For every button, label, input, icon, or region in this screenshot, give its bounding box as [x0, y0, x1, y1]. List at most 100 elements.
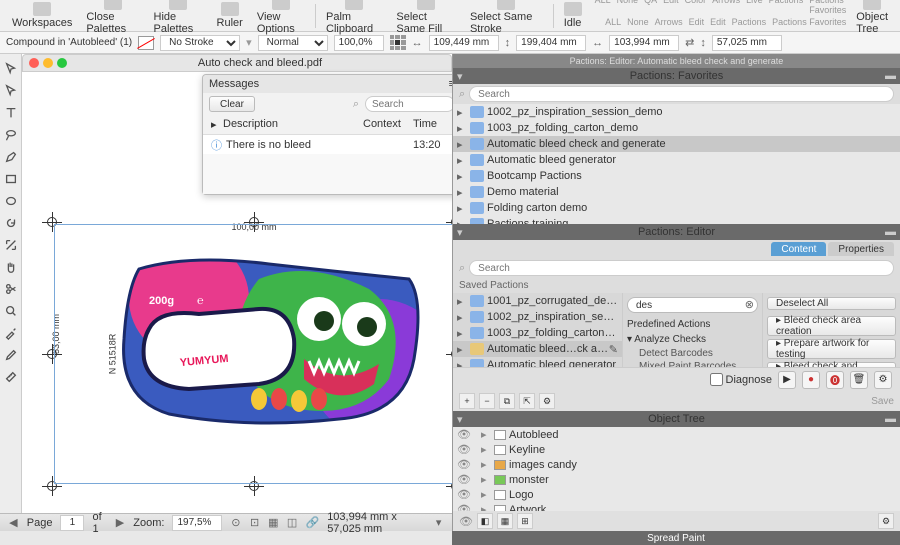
blend-select[interactable]: Normal [258, 35, 328, 51]
favorite-item[interactable]: ▸Folding carton demo [453, 200, 900, 216]
y-input[interactable] [516, 35, 586, 51]
w-input[interactable] [609, 35, 679, 51]
play-button[interactable]: ▶ [778, 371, 796, 389]
editor-search-input[interactable] [469, 260, 894, 276]
pen-tool-icon[interactable] [1, 147, 21, 167]
action-step-button[interactable]: ▸ Bleed check area creation [767, 316, 896, 336]
tb-workspaces[interactable]: Workspaces [8, 0, 76, 31]
tb-palm-clipboard[interactable]: Palm Clipboard [322, 0, 386, 37]
message-row[interactable]: ⓘ There is no bleed 13:20 [203, 134, 452, 154]
window-min-icon[interactable] [43, 58, 53, 68]
spread-paint-bar[interactable]: Spread Paint [452, 531, 900, 545]
rect-tool-icon[interactable] [1, 169, 21, 189]
page-input[interactable] [60, 515, 84, 531]
add-button[interactable]: + [459, 393, 475, 409]
stop-button[interactable]: ⓿ [826, 371, 844, 389]
panel-menu-icon[interactable]: ▬ [885, 70, 896, 82]
saved-paction-item[interactable]: ▸1003_pz_folding_carton_demo [453, 325, 622, 341]
messages-clear-button[interactable]: Clear [209, 96, 255, 112]
visibility-icon[interactable]: 👁 [457, 458, 471, 471]
ot-btn2[interactable]: ▦ [497, 513, 513, 529]
scale-tool-icon[interactable] [1, 235, 21, 255]
window-max-icon[interactable] [57, 58, 67, 68]
object-tree-item[interactable]: 👁▸images candy [453, 457, 900, 472]
collapse-icon[interactable]: ▾ [457, 413, 463, 426]
text-tool-icon[interactable] [1, 103, 21, 123]
action-group[interactable]: ▾ Analyze Checks [627, 332, 758, 347]
saved-paction-item[interactable]: ▸1002_pz_inspiration_session_demo [453, 309, 622, 325]
selection-tool-icon[interactable] [1, 59, 21, 79]
ellipse-tool-icon[interactable] [1, 191, 21, 211]
window-close-icon[interactable] [29, 58, 39, 68]
favorite-item[interactable]: ▸Automatic bleed generator [453, 152, 900, 168]
visibility-toggle-icon[interactable]: 👁 [459, 515, 473, 528]
tb-close-palettes[interactable]: Close Palettes [82, 0, 143, 37]
anchor-grid-icon[interactable] [390, 35, 406, 51]
visibility-icon[interactable]: 👁 [457, 428, 471, 441]
chip-none[interactable]: None [614, 0, 642, 16]
h-input[interactable] [712, 35, 782, 51]
collapse-icon[interactable]: ▾ [457, 226, 463, 239]
object-tree-item[interactable]: 👁▸monster [453, 472, 900, 487]
stroke-select[interactable]: No Stroke [160, 35, 240, 51]
favorite-item[interactable]: ▸1002_pz_inspiration_session_demo [453, 104, 900, 120]
chip-edit[interactable]: Edit [660, 0, 682, 16]
favorite-item[interactable]: ▸1003_pz_folding_carton_demo [453, 120, 900, 136]
ot-btn3[interactable]: ⊞ [517, 513, 533, 529]
object-tree-item[interactable]: 👁▸Artwork [453, 502, 900, 511]
link-icon[interactable]: 🔗 [305, 516, 319, 530]
visibility-icon[interactable]: 👁 [457, 443, 471, 456]
tb-view-options[interactable]: View Options [253, 0, 309, 37]
object-tree-item[interactable]: 👁▸Logo [453, 487, 900, 502]
scissors-tool-icon[interactable] [1, 279, 21, 299]
saved-paction-item[interactable]: ▸Automatic bleed…ck and generate✎ [453, 341, 622, 357]
status-icon[interactable]: ▦ [268, 516, 279, 530]
measure-tool-icon[interactable] [1, 367, 21, 387]
favorite-item[interactable]: ▸Bootcamp Pactions [453, 168, 900, 184]
zoom-input[interactable] [172, 515, 222, 531]
favorites-search-input[interactable] [469, 86, 894, 102]
panel-menu-icon[interactable]: ▬ [885, 413, 896, 425]
object-tree-item[interactable]: 👁▸Keyline [453, 442, 900, 457]
opacity-input[interactable] [334, 35, 384, 51]
clear-filter-icon[interactable]: ⊗ [745, 298, 754, 311]
eyedropper-tool-icon[interactable] [1, 323, 21, 343]
chip-pactions[interactable]: Pactions [766, 0, 807, 16]
trash-button[interactable]: 🗑 [850, 371, 868, 389]
panel-menu-icon[interactable]: ▬ [885, 226, 896, 238]
fill-swatch[interactable] [138, 36, 154, 50]
status-icon[interactable]: ⊡ [249, 516, 260, 530]
lasso-tool-icon[interactable] [1, 125, 21, 145]
favorite-item[interactable]: ▸Pactions training [453, 216, 900, 224]
status-icon[interactable]: ⊙ [230, 516, 241, 530]
tb-object-tree[interactable]: Object Tree [852, 0, 892, 37]
saved-paction-item[interactable]: ▸1001_pz_corrugated_demo [453, 293, 622, 309]
action-filter-input[interactable] [627, 297, 758, 313]
page-prev-icon[interactable]: ◀ [8, 516, 19, 530]
messages-search-input[interactable] [365, 96, 452, 112]
chip-arrows[interactable]: Arrows [709, 0, 743, 16]
tb-ruler[interactable]: Ruler [213, 0, 247, 31]
tab-content[interactable]: Content [771, 242, 826, 256]
visibility-icon[interactable]: 👁 [457, 503, 471, 511]
ot-gear-icon[interactable]: ⚙ [878, 513, 894, 529]
duplicate-button[interactable]: ⧉ [499, 393, 515, 409]
favorite-item[interactable]: ▸Automatic bleed check and generate [453, 136, 900, 152]
record-button[interactable]: ● [802, 371, 820, 389]
visibility-icon[interactable]: 👁 [457, 473, 471, 486]
chip-qa[interactable]: QA [641, 0, 660, 16]
tb-select-fill[interactable]: Select Same Fill [392, 0, 460, 37]
tb-select-stroke[interactable]: Select Same Stroke [466, 0, 547, 37]
link-icon[interactable]: ⇄ [685, 36, 694, 49]
settings-button[interactable]: ⚙ [874, 371, 892, 389]
action-step-button[interactable]: Deselect All [767, 297, 896, 310]
predefined-action[interactable]: Detect Barcodes [627, 347, 758, 360]
messages-menu-icon[interactable]: ≡ [449, 78, 452, 90]
action-step-button[interactable]: ▸ Prepare artwork for testing [767, 339, 896, 359]
rotate-tool-icon[interactable] [1, 213, 21, 233]
chip-live[interactable]: Live [743, 0, 766, 16]
saved-paction-item[interactable]: ▸Automatic bleed generator [453, 357, 622, 367]
zoom-tool-icon[interactable] [1, 301, 21, 321]
pencil-tool-icon[interactable] [1, 345, 21, 365]
chip-pactions-fav[interactable]: Pactions Favorites [806, 0, 849, 16]
